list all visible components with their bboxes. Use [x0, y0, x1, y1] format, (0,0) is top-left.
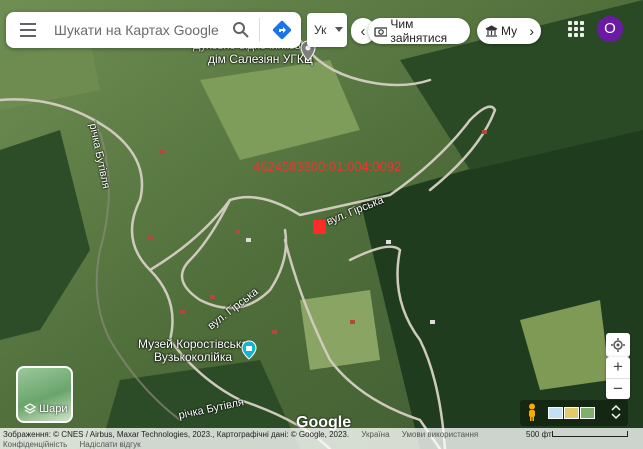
zoom-controls: + − — [606, 357, 630, 399]
search-icon[interactable] — [232, 21, 250, 39]
cadastral-number-label: 4624583300:01:004:0092 — [253, 159, 402, 174]
location-target-icon — [611, 338, 625, 352]
map-thumbnail-terrain[interactable] — [548, 407, 563, 419]
chip-label: Му — [501, 24, 518, 38]
pegman-icon[interactable] — [526, 403, 538, 421]
scale-label[interactable]: 500 фт — [526, 430, 552, 439]
map-thumbnail-traffic[interactable] — [564, 407, 579, 419]
museum-pin-icon[interactable] — [241, 340, 257, 360]
terms-link[interactable]: Умови використання — [402, 430, 478, 439]
menu-icon[interactable] — [20, 23, 36, 37]
expand-icon[interactable] — [610, 404, 622, 420]
zoom-out-button[interactable]: − — [606, 378, 630, 400]
language-label: Ук — [314, 23, 327, 37]
map-thumbnail-satellite[interactable] — [580, 407, 595, 419]
parcel-marker — [313, 220, 326, 234]
zoom-in-button[interactable]: + — [606, 357, 630, 378]
search-input[interactable]: Шукати на Картах Google — [54, 22, 219, 38]
scale-bar — [552, 431, 628, 437]
museum-icon — [485, 25, 498, 37]
layers-button[interactable]: Шари — [16, 366, 73, 423]
chip-label: Чим зайнятися — [390, 17, 448, 45]
chip-things-to-do[interactable]: Чим зайнятися — [368, 17, 470, 45]
country-link[interactable]: Україна — [361, 430, 389, 439]
privacy-link[interactable]: Конфіденційність — [3, 440, 67, 449]
chevron-right-icon[interactable]: › — [529, 23, 534, 39]
directions-icon[interactable] — [272, 20, 292, 40]
feedback-link[interactable]: Надіслати відгук — [80, 440, 141, 449]
museum-label[interactable]: Музей Коростівська Вузькоколійка — [138, 338, 248, 364]
camera-icon — [374, 27, 388, 37]
language-select[interactable]: Ук — [307, 13, 347, 47]
museum-label-line2: Вузькоколійка — [154, 350, 233, 364]
avatar[interactable]: О — [597, 16, 623, 42]
layers-icon — [24, 403, 36, 414]
chevron-left-icon: ‹ — [360, 22, 366, 40]
place-label-retreat[interactable]: дім Салезіян УГКЦ — [208, 52, 313, 66]
chevron-down-icon — [335, 27, 343, 32]
divider — [259, 18, 260, 42]
layers-label: Шари — [39, 403, 68, 415]
satellite-map[interactable] — [0, 0, 643, 449]
apps-grid-icon[interactable] — [568, 21, 584, 37]
chip-museums[interactable]: Му › — [477, 18, 541, 44]
attribution-text: Зображення: © CNES / Airbus, Maxar Techn… — [3, 430, 350, 439]
my-location-button[interactable] — [606, 333, 630, 357]
search-box[interactable]: Шукати на Картах Google — [6, 12, 301, 48]
